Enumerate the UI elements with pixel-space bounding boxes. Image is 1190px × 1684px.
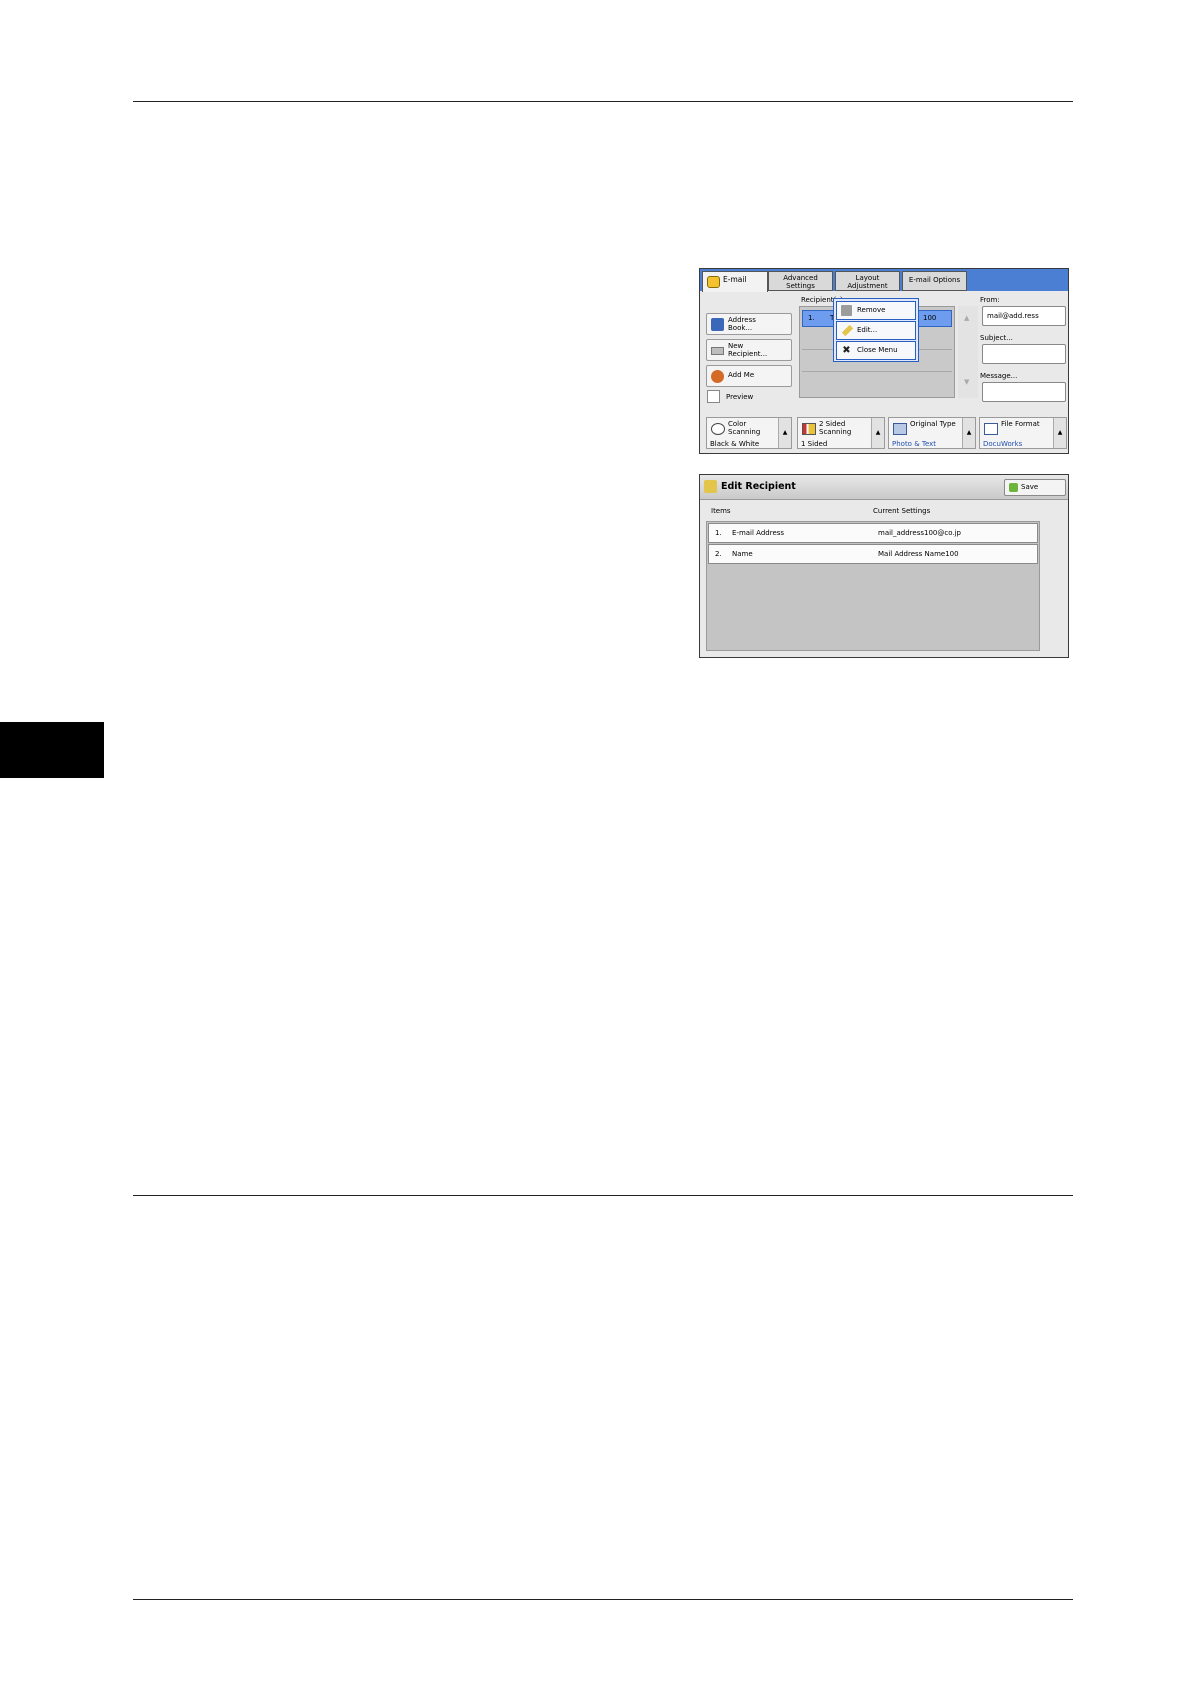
edit-icon xyxy=(704,480,717,493)
chapter-thumb-tab xyxy=(0,722,104,778)
header-rule xyxy=(133,101,1073,102)
row-number: 2. xyxy=(715,550,722,558)
close-icon: ✖ xyxy=(842,345,851,356)
save-label: Save xyxy=(1021,483,1039,491)
file-format-icon xyxy=(984,423,998,435)
color-scanning-title: Color Scanning xyxy=(728,420,761,436)
list-divider xyxy=(802,371,952,372)
tab-advanced-settings[interactable]: Advanced Settings xyxy=(768,271,833,291)
add-me-label: Add Me xyxy=(728,371,755,379)
file-format-value: DocuWorks xyxy=(983,440,1023,448)
address-book-label: Address Book... xyxy=(728,316,756,332)
checkbox-icon xyxy=(707,390,720,403)
address-book-button[interactable]: Address Book... xyxy=(706,313,792,335)
menu-remove-label: Remove xyxy=(857,306,886,314)
original-type-icon xyxy=(893,423,907,435)
save-check-icon xyxy=(1009,483,1018,492)
color-scanning-button[interactable]: Color Scanning Black & White ▲ xyxy=(706,417,792,449)
up-arrow-icon[interactable]: ▲ xyxy=(962,418,975,448)
preview-checkbox[interactable]: Preview xyxy=(706,389,786,405)
preview-label: Preview xyxy=(726,393,754,401)
table-row[interactable]: 1. E-mail Address mail_address100@co.jp xyxy=(708,523,1038,543)
add-me-button[interactable]: Add Me xyxy=(706,365,792,387)
footer-rule xyxy=(133,1599,1073,1600)
email-screen-screenshot: E-mail Advanced Settings Layout Adjustme… xyxy=(699,268,1069,454)
up-arrow-icon[interactable]: ▲ xyxy=(871,418,884,448)
tab-email[interactable]: E-mail xyxy=(702,271,768,292)
scroll-up-icon[interactable]: ▲ xyxy=(964,314,969,322)
recipient-row-tail: 100 xyxy=(923,314,937,322)
edit-recipient-title: Edit Recipient xyxy=(721,481,796,492)
tab-email-options[interactable]: E-mail Options xyxy=(902,271,967,291)
from-label: From: xyxy=(980,296,1000,304)
address-book-icon xyxy=(711,318,724,331)
tab-email-label: E-mail xyxy=(723,275,747,284)
menu-item-edit[interactable]: Edit... xyxy=(836,321,916,340)
new-recipient-label: New Recipient... xyxy=(728,342,768,358)
duplex-icon xyxy=(802,423,816,435)
two-sided-scanning-button[interactable]: 2 Sided Scanning 1 Sided ▲ xyxy=(797,417,885,449)
from-field[interactable]: mail@add.ress xyxy=(982,306,1066,326)
row-value: Mail Address Name100 xyxy=(878,550,959,558)
row-value: mail_address100@co.jp xyxy=(878,529,961,537)
original-type-button[interactable]: Original Type Photo & Text ▲ xyxy=(888,417,976,449)
menu-close-label: Close Menu xyxy=(857,346,898,354)
original-type-title: Original Type xyxy=(910,420,956,428)
message-field[interactable] xyxy=(982,382,1066,402)
save-button[interactable]: Save xyxy=(1004,479,1066,496)
recipient-context-menu: Remove Edit... ✖ Close Menu xyxy=(833,298,919,362)
keyboard-icon xyxy=(711,347,724,355)
table-row[interactable]: 2. Name Mail Address Name100 xyxy=(708,544,1038,564)
recipient-row-number: 1. xyxy=(808,314,815,322)
items-column-header: Items xyxy=(711,507,731,515)
email-icon xyxy=(707,276,720,288)
file-format-button[interactable]: File Format DocuWorks ▲ xyxy=(979,417,1067,449)
section-rule xyxy=(133,1195,1073,1196)
scroll-down-icon[interactable]: ▼ xyxy=(964,378,969,386)
up-arrow-icon[interactable]: ▲ xyxy=(1053,418,1066,448)
message-label: Message... xyxy=(980,372,1018,380)
person-icon xyxy=(711,370,724,383)
trash-icon xyxy=(841,305,852,316)
current-settings-column-header: Current Settings xyxy=(873,507,931,515)
edit-icon xyxy=(841,324,854,337)
two-sided-scanning-title: 2 Sided Scanning xyxy=(819,420,852,436)
edit-recipient-screenshot: Edit Recipient Save Items Current Settin… xyxy=(699,474,1069,658)
menu-item-close[interactable]: ✖ Close Menu xyxy=(836,341,916,360)
edit-recipient-header: Edit Recipient Save xyxy=(700,475,1068,500)
row-item: Name xyxy=(732,550,753,558)
up-arrow-icon[interactable]: ▲ xyxy=(778,418,791,448)
file-format-title: File Format xyxy=(1001,420,1040,428)
subject-label: Subject... xyxy=(980,334,1013,342)
menu-item-remove[interactable]: Remove xyxy=(836,301,916,320)
two-sided-scanning-value: 1 Sided xyxy=(801,440,828,448)
subject-field[interactable] xyxy=(982,344,1066,364)
color-scanning-icon xyxy=(711,423,725,435)
settings-list: 1. E-mail Address mail_address100@co.jp … xyxy=(706,521,1040,651)
row-item: E-mail Address xyxy=(732,529,785,537)
list-scrollbar[interactable]: ▲ ▼ xyxy=(958,306,978,398)
tab-layout-adjustment[interactable]: Layout Adjustment xyxy=(835,271,900,291)
new-recipient-button[interactable]: New Recipient... xyxy=(706,339,792,361)
menu-edit-label: Edit... xyxy=(857,326,878,334)
original-type-value: Photo & Text xyxy=(892,440,937,448)
color-scanning-value: Black & White xyxy=(710,440,760,448)
row-number: 1. xyxy=(715,529,722,537)
